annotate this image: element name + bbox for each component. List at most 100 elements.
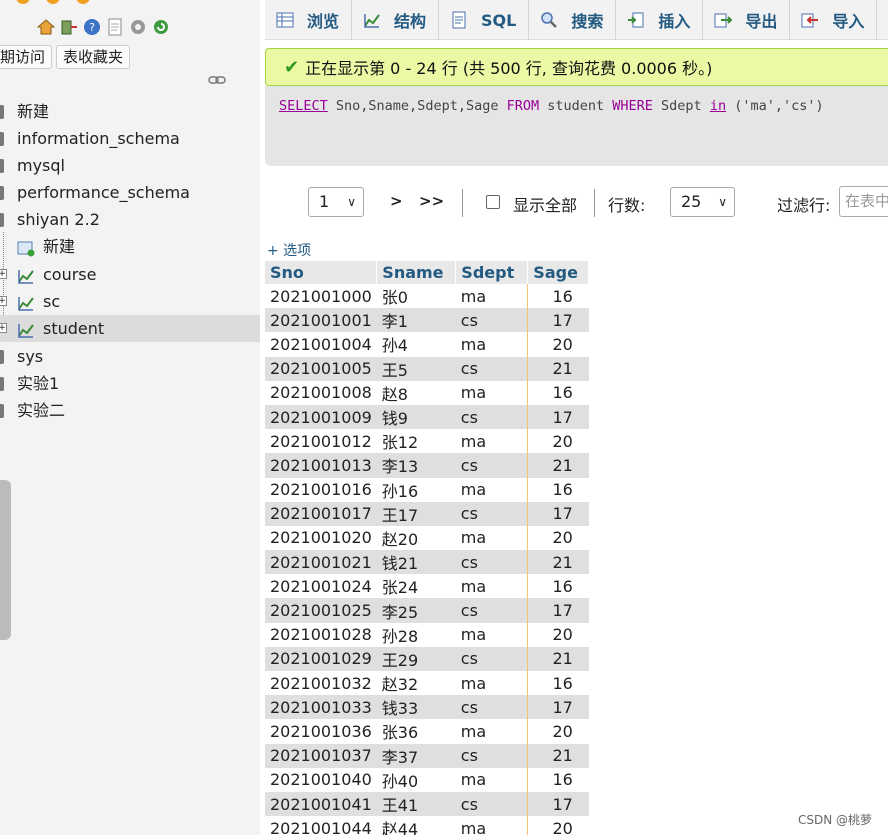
menu-export[interactable]: 导出 xyxy=(703,0,791,40)
table-row[interactable]: 2021001024 张24 ma 16 xyxy=(265,574,589,599)
cell-sage[interactable]: 20 xyxy=(527,332,589,357)
cell-sname[interactable]: 孙4 xyxy=(376,332,456,357)
cell-sno[interactable]: 2021001041 xyxy=(265,791,377,817)
table-row[interactable]: 2021001033 钱33 cs 17 xyxy=(265,695,589,720)
cell-sname[interactable]: 孙16 xyxy=(376,477,456,502)
expand-icon[interactable]: + xyxy=(0,296,7,306)
cell-sno[interactable]: 2021001020 xyxy=(265,525,377,551)
cell-sname[interactable]: 李25 xyxy=(376,598,456,623)
cell-sname[interactable]: 张24 xyxy=(376,574,456,599)
cell-sage[interactable]: 20 xyxy=(527,719,589,744)
tree-item-mysql[interactable]: mysql xyxy=(0,152,260,179)
tab-recent[interactable]: 期访问 xyxy=(0,45,53,69)
table-row[interactable]: 2021001021 钱21 cs 21 xyxy=(265,550,589,575)
cell-sname[interactable]: 孙40 xyxy=(376,767,456,792)
nav-collapse-handle[interactable] xyxy=(0,480,11,640)
cell-sname[interactable]: 孙28 xyxy=(376,622,456,647)
cell-sname[interactable]: 赵44 xyxy=(376,816,456,835)
cell-sage[interactable]: 20 xyxy=(527,525,589,551)
cell-sno[interactable]: 2021001016 xyxy=(265,477,377,502)
cell-sage[interactable]: 21 xyxy=(527,550,589,575)
cell-sdept[interactable]: ma xyxy=(455,332,529,357)
cell-sno[interactable]: 2021001005 xyxy=(265,356,377,381)
menu-import[interactable]: 导入 xyxy=(790,0,878,40)
cell-sname[interactable]: 王5 xyxy=(376,356,456,381)
column-header-sage[interactable]: Sage xyxy=(527,261,590,284)
tree-item-sc[interactable]: + sc xyxy=(0,288,260,315)
cell-sdept[interactable]: ma xyxy=(455,816,529,835)
table-row[interactable]: 2021001028 孙28 ma 20 xyxy=(265,622,589,647)
cell-sname[interactable]: 张36 xyxy=(376,719,456,744)
cell-sdept[interactable]: cs xyxy=(455,453,529,478)
cell-sdept[interactable]: cs xyxy=(455,598,529,623)
cell-sno[interactable]: 2021001044 xyxy=(265,816,377,835)
cell-sdept[interactable]: cs xyxy=(455,646,529,671)
tree-item-shiyan1[interactable]: 实验1 xyxy=(0,370,260,397)
help-icon[interactable]: ? xyxy=(82,17,102,37)
menu-browse[interactable]: 浏览 xyxy=(265,0,353,40)
cell-sno[interactable]: 2021001009 xyxy=(265,404,377,430)
cell-sage[interactable]: 17 xyxy=(527,695,589,720)
cell-sage[interactable]: 17 xyxy=(527,308,589,333)
tree-item-information-schema[interactable]: information_schema xyxy=(0,125,260,152)
cell-sage[interactable]: 21 xyxy=(527,646,589,671)
table-row[interactable]: 2021001001 李1 cs 17 xyxy=(265,308,589,333)
cell-sdept[interactable]: ma xyxy=(455,429,529,454)
cell-sdept[interactable]: ma xyxy=(455,525,529,551)
cell-sname[interactable]: 李1 xyxy=(376,308,456,333)
cell-sdept[interactable]: cs xyxy=(455,308,529,333)
cell-sage[interactable]: 21 xyxy=(527,743,589,768)
column-header-sdept[interactable]: Sdept xyxy=(455,261,529,284)
show-all-checkbox[interactable] xyxy=(486,195,500,209)
sql-keyword[interactable]: in xyxy=(710,98,726,114)
table-row[interactable]: 2021001013 李13 cs 21 xyxy=(265,453,589,478)
table-row[interactable]: 2021001036 张36 ma 20 xyxy=(265,719,589,744)
table-row[interactable]: 2021001032 赵32 ma 16 xyxy=(265,671,589,696)
cell-sdept[interactable]: cs xyxy=(455,501,529,526)
cell-sno[interactable]: 2021001032 xyxy=(265,671,377,696)
expand-icon[interactable]: + xyxy=(0,269,7,279)
cell-sage[interactable]: 16 xyxy=(527,574,589,599)
reload-icon[interactable] xyxy=(151,17,171,37)
cell-sage[interactable]: 16 xyxy=(527,767,589,792)
expand-icon[interactable]: + xyxy=(0,323,7,333)
cell-sno[interactable]: 2021001004 xyxy=(265,332,377,357)
sql-query-text[interactable]: SELECT Sno,Sname,Sdept,Sage FROM student… xyxy=(279,98,824,114)
link-icon[interactable] xyxy=(208,74,226,88)
cell-sname[interactable]: 李13 xyxy=(376,453,456,478)
table-row[interactable]: 2021001025 李25 cs 17 xyxy=(265,598,589,623)
table-row[interactable]: 2021001008 赵8 ma 16 xyxy=(265,380,589,405)
cell-sage[interactable]: 20 xyxy=(527,429,589,454)
cell-sage[interactable]: 16 xyxy=(527,671,589,696)
logout-icon[interactable] xyxy=(59,17,79,37)
cell-sage[interactable]: 17 xyxy=(527,404,589,430)
cell-sage[interactable]: 17 xyxy=(527,791,589,817)
cell-sdept[interactable]: ma xyxy=(455,284,529,309)
menu-sql[interactable]: SQL xyxy=(439,0,530,40)
tree-item-new-table[interactable]: 新建 xyxy=(0,233,260,260)
cell-sage[interactable]: 17 xyxy=(527,501,589,526)
cell-sno[interactable]: 2021001028 xyxy=(265,622,377,647)
cell-sno[interactable]: 2021001040 xyxy=(265,767,377,792)
cell-sname[interactable]: 赵32 xyxy=(376,671,456,696)
settings-gear-icon[interactable] xyxy=(128,17,148,37)
cell-sage[interactable]: 17 xyxy=(527,598,589,623)
cell-sage[interactable]: 16 xyxy=(527,284,589,309)
options-link[interactable]: + 选项 xyxy=(267,240,311,260)
menu-structure[interactable]: 结构 xyxy=(352,0,440,40)
rows-per-page-select[interactable]: 25 ∨ xyxy=(670,187,735,217)
cell-sdept[interactable]: ma xyxy=(455,671,529,696)
cell-sno[interactable]: 2021001017 xyxy=(265,501,377,526)
tree-item-shiyan[interactable]: shiyan 2.2 xyxy=(0,206,260,233)
next-page-button[interactable]: > xyxy=(390,192,403,210)
table-row[interactable]: 2021001041 王41 cs 17 xyxy=(265,791,589,817)
table-row[interactable]: 2021001000 张0 ma 16 xyxy=(265,284,589,309)
sql-keyword[interactable]: SELECT xyxy=(279,98,328,114)
cell-sdept[interactable]: ma xyxy=(455,477,529,502)
table-row[interactable]: 2021001029 王29 cs 21 xyxy=(265,646,589,671)
filter-rows-input[interactable]: 在表中搜索 xyxy=(839,186,888,217)
column-header-sname[interactable]: Sname xyxy=(376,261,457,284)
cell-sno[interactable]: 2021001012 xyxy=(265,429,377,454)
cell-sage[interactable]: 21 xyxy=(527,356,589,381)
cell-sno[interactable]: 2021001033 xyxy=(265,695,377,720)
